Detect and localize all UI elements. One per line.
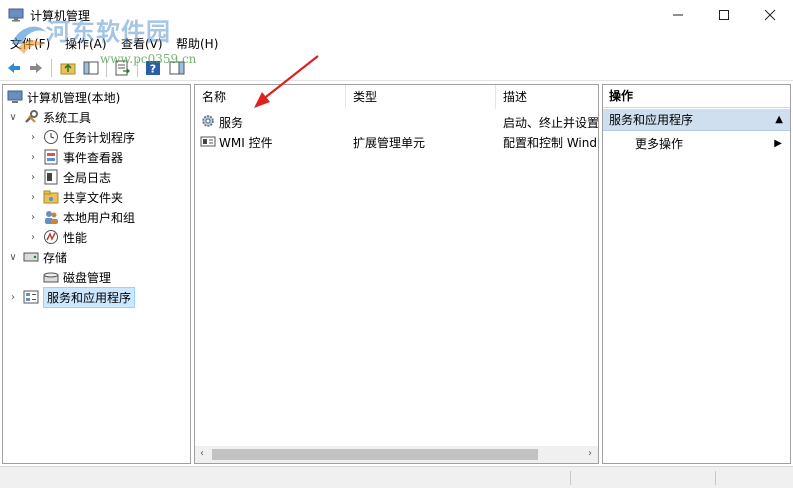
menu-view[interactable]: 查看(V): [121, 35, 163, 52]
menu-action[interactable]: 操作(A): [65, 35, 107, 52]
users-icon: [43, 209, 59, 225]
chevron-down-icon[interactable]: ∨: [7, 112, 19, 123]
tree-item-shared-folders[interactable]: › 共享文件夹: [27, 187, 123, 207]
console-tree: 计算机管理(本地) ∨ 系统工具 › 任务计划程序 › 事件查看器 › 全局日志…: [2, 84, 191, 464]
action-pane: 操作 服务和应用程序 ▲ 更多操作 ▶: [602, 84, 791, 464]
more-actions-label: 更多操作: [635, 137, 684, 151]
tools-icon: [23, 109, 39, 125]
column-header-type[interactable]: 类型: [346, 85, 496, 109]
tree-item-task-scheduler[interactable]: › 任务计划程序: [27, 127, 135, 147]
tree-root-label: 计算机管理(本地): [27, 90, 121, 105]
maximize-button[interactable]: [701, 0, 747, 30]
column-header-description[interactable]: 描述: [496, 85, 598, 109]
title-bar: 计算机管理: [0, 0, 793, 30]
back-arrow-icon: [8, 63, 20, 73]
chevron-down-icon[interactable]: ∨: [7, 252, 19, 263]
menu-help[interactable]: 帮助(H): [176, 35, 218, 52]
computer-management-icon: [8, 8, 24, 22]
tree-item-label: 性能: [63, 230, 88, 245]
chevron-right-icon[interactable]: ›: [27, 152, 39, 163]
tree-item-event-viewer[interactable]: › 事件查看器: [27, 147, 123, 167]
show-hide-tree-icon: [83, 61, 99, 75]
action-pane-title: 操作: [603, 85, 790, 108]
show-hide-tree-button[interactable]: [81, 58, 101, 78]
list-item-name: 服务: [219, 116, 244, 130]
tree-item-label: 任务计划程序: [63, 130, 136, 145]
event-viewer-icon: [43, 149, 59, 165]
action-group-label: 服务和应用程序: [609, 113, 694, 127]
tree-item-performance[interactable]: › 性能: [27, 227, 87, 247]
help-button[interactable]: ?: [143, 58, 163, 78]
list-item-description: 配置和控制 Wind: [503, 136, 597, 150]
disk-icon: [43, 269, 59, 285]
action-group-services-apps[interactable]: 服务和应用程序 ▲: [603, 109, 790, 131]
tree-item-label: 磁盘管理: [63, 270, 112, 285]
services-apps-icon: [23, 289, 39, 305]
up-folder-icon: [60, 63, 76, 75]
help-icon: ?: [146, 61, 160, 76]
export-list-icon: [115, 60, 130, 76]
export-list-button[interactable]: [112, 58, 132, 78]
result-list: 名称 类型 描述 服务 启动、终止并设置 WMI 控件 扩展管理单元 配置和控制…: [194, 84, 599, 464]
tree-item-disk-management[interactable]: 磁盘管理: [43, 267, 111, 287]
tree-root[interactable]: 计算机管理(本地): [7, 87, 120, 107]
show-hide-action-pane-icon: [169, 61, 185, 75]
wmi-icon: [200, 133, 216, 152]
list-item-description: 启动、终止并设置: [503, 116, 598, 130]
collapse-up-icon[interactable]: ▲: [775, 109, 783, 131]
list-item-services[interactable]: 服务 启动、终止并设置: [195, 111, 598, 131]
tree-item-global-logs[interactable]: › 全局日志: [27, 167, 111, 187]
tree-item-label: 存储: [43, 250, 68, 265]
chevron-right-icon[interactable]: ›: [7, 292, 19, 303]
scroll-right-icon[interactable]: ›: [588, 448, 592, 459]
tree-item-local-users[interactable]: › 本地用户和组: [27, 207, 135, 227]
horizontal-scrollbar[interactable]: ‹ ›: [195, 446, 598, 463]
list-item-type: 扩展管理单元: [353, 136, 426, 150]
gear-icon: [200, 113, 216, 132]
chevron-right-icon[interactable]: ›: [27, 132, 39, 143]
clock-icon: [43, 129, 59, 145]
chevron-right-icon[interactable]: ›: [27, 172, 39, 183]
tree-item-label: 事件查看器: [63, 150, 124, 165]
window-title: 计算机管理: [30, 9, 91, 23]
list-item-wmi[interactable]: WMI 控件 扩展管理单元 配置和控制 Wind: [195, 131, 598, 151]
back-button[interactable]: [4, 58, 24, 78]
tree-item-services-apps[interactable]: › 服务和应用程序: [7, 286, 136, 308]
storage-icon: [23, 249, 39, 265]
chevron-right-icon[interactable]: ›: [27, 232, 39, 243]
tree-item-system-tools[interactable]: ∨ 系统工具: [7, 107, 91, 127]
performance-icon: [43, 229, 59, 245]
status-bar: [0, 466, 793, 488]
close-icon: [764, 9, 776, 21]
show-hide-action-pane-button[interactable]: [167, 58, 187, 78]
tree-item-label: 共享文件夹: [63, 190, 124, 205]
more-actions-item[interactable]: 更多操作 ▶: [603, 133, 790, 155]
tree-item-label: 系统工具: [43, 110, 92, 125]
forward-arrow-icon: [30, 63, 42, 73]
menu-file[interactable]: 文件(F): [10, 35, 50, 52]
menu-bar: 文件(F) 操作(A) 查看(V) 帮助(H): [0, 31, 793, 53]
shared-folder-icon: [43, 189, 59, 205]
svg-text:?: ?: [150, 63, 156, 76]
tree-item-label: 全局日志: [63, 170, 112, 185]
tree-item-label: 本地用户和组: [63, 210, 136, 225]
log-icon: [43, 169, 59, 185]
maximize-icon: [719, 10, 729, 20]
minimize-icon: [673, 14, 683, 16]
minimize-button[interactable]: [655, 0, 701, 30]
chevron-right-icon[interactable]: ›: [27, 212, 39, 223]
computer-icon: [7, 89, 23, 105]
scrollbar-thumb[interactable]: [212, 449, 538, 460]
submenu-arrow-icon: ▶: [774, 138, 782, 149]
toolbar: ?: [0, 55, 793, 81]
close-button[interactable]: [747, 0, 793, 30]
column-header-name[interactable]: 名称: [195, 85, 346, 109]
tree-item-storage[interactable]: ∨ 存储: [7, 247, 67, 267]
chevron-right-icon[interactable]: ›: [27, 192, 39, 203]
up-folder-button[interactable]: [58, 58, 78, 78]
list-item-name: WMI 控件: [219, 136, 273, 150]
scroll-left-icon[interactable]: ‹: [200, 448, 204, 459]
forward-button[interactable]: [26, 58, 46, 78]
tree-item-label: 服务和应用程序: [43, 286, 136, 308]
